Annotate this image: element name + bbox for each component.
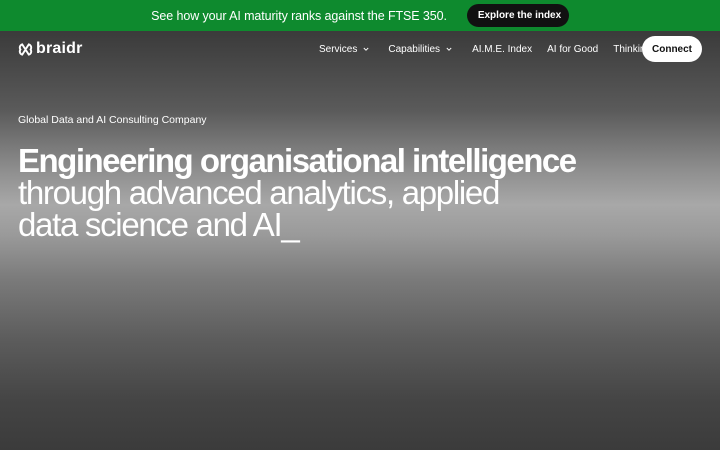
nav-menu: Services Capabilities AI.M.E. Index AI f…	[319, 31, 651, 67]
nav-item-capabilities[interactable]: Capabilities	[388, 44, 453, 55]
chevron-down-icon	[445, 45, 453, 53]
nav-item-services[interactable]: Services	[319, 44, 370, 55]
logo-text: braidr	[36, 40, 83, 57]
hero-headline: Engineering organisational intelligence …	[18, 142, 578, 243]
hero-headline-line-3: data science and AI_	[18, 206, 300, 243]
announcement-bar: See how your AI maturity ranks against t…	[0, 0, 720, 31]
logo[interactable]: braidr	[18, 40, 83, 58]
page: See how your AI maturity ranks against t…	[0, 0, 720, 450]
main-navigation: braidr Services Capabilities AI.M.E. Ind…	[0, 31, 720, 67]
nav-item-aime-index[interactable]: AI.M.E. Index	[472, 44, 532, 55]
connect-button[interactable]: Connect	[642, 36, 702, 62]
nav-item-label: Services	[319, 43, 358, 55]
hero-headline-bold: Engineering organisational intelligence	[18, 142, 577, 179]
explore-index-button[interactable]: Explore the index	[466, 4, 569, 27]
chevron-down-icon	[362, 45, 370, 53]
nav-item-label: AI for Good	[547, 43, 599, 55]
nav-item-label: AI.M.E. Index	[472, 43, 533, 55]
announcement-text: See how your AI maturity ranks against t…	[151, 8, 447, 23]
nav-item-ai-for-good[interactable]: AI for Good	[547, 44, 598, 55]
braid-knot-icon	[18, 42, 33, 57]
hero-headline-line-2: through advanced analytics, applied	[18, 174, 500, 211]
nav-item-label: Capabilities	[388, 43, 441, 55]
hero-eyebrow: Global Data and AI Consulting Company	[18, 114, 207, 126]
